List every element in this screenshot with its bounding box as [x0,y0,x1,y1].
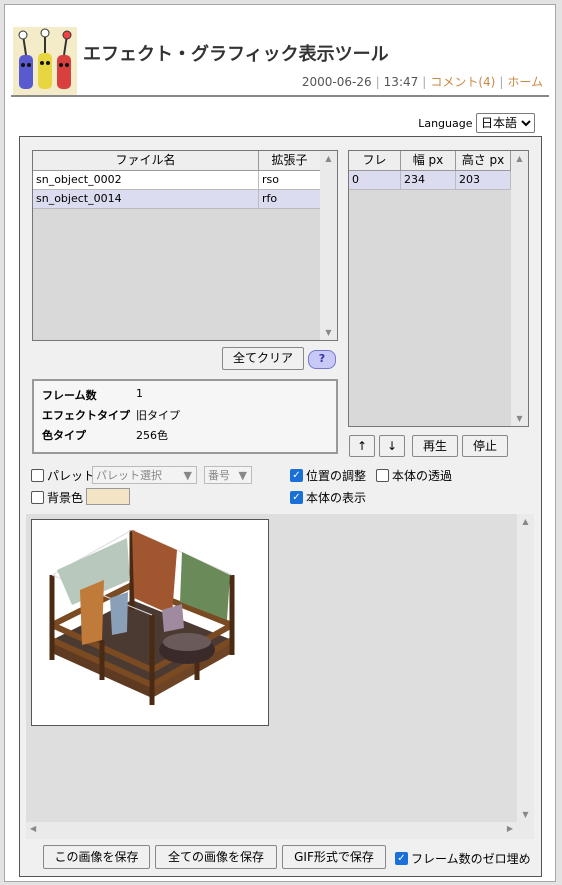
clear-all-button[interactable]: 全てクリア [222,347,304,370]
image-viewer[interactable]: ▲ ▼ ◀ ▶ [26,514,534,839]
file-ext: rfo [259,190,321,209]
preview-canvas [31,519,269,726]
scroll-down-icon[interactable]: ▼ [517,810,534,819]
chevron-down-icon: ▼ [183,469,192,482]
language-select[interactable]: 日本語 [476,113,535,133]
color-type-label: 色タイプ [42,429,86,442]
col-width[interactable]: 幅 px [401,151,456,170]
file-name: sn_object_0014 [33,190,259,209]
col-frame[interactable]: フレ [349,151,401,170]
number-select[interactable]: 番号 ▼ [204,466,252,484]
scroll-up-icon[interactable]: ▲ [517,517,534,526]
col-extension[interactable]: 拡張子 [259,151,321,170]
table-row[interactable]: sn_object_0014 rfo [33,190,321,209]
file-info-box: フレーム数 1 エフェクトタイプ 旧タイプ 色タイプ 256色 [32,379,338,454]
scroll-up-icon[interactable]: ▲ [320,154,337,163]
color-type-value: 256色 [136,429,168,442]
file-list-header: ファイル名 拡張子 [33,151,321,171]
page-title: エフェクト・グラフィック表示ツール [83,44,389,65]
page: エフェクト・グラフィック表示ツール 2000-06-26 | 13:47 | コメント(… [4,4,556,882]
stop-button[interactable]: 停止 [462,435,508,457]
frame-width: 234 [401,171,456,190]
zero-pad-option[interactable]: ✓ フレーム数のゼロ埋め [395,850,531,867]
scroll-up-icon[interactable]: ▲ [511,154,528,163]
palette-select[interactable]: パレット選択 ▼ [92,466,197,484]
move-up-button[interactable]: ↑ [349,435,375,457]
palette-option[interactable]: パレット [31,467,95,484]
scroll-down-icon[interactable]: ▼ [511,414,528,423]
body-display-option[interactable]: ✓ 本体の表示 [290,489,366,506]
body-display-label: 本体の表示 [306,491,367,505]
frame-list[interactable]: フレ 幅 px 高さ px 0 234 203 ▲ ▼ [348,150,529,427]
effect-type-label: エフェクトタイプ [42,409,130,422]
frames-value: 1 [136,387,143,400]
table-row[interactable]: sn_object_0002 rso [33,171,321,190]
position-adjust-option[interactable]: ✓ 位置の調整 [290,467,366,484]
bg-color-checkbox[interactable] [31,491,44,504]
palette-checkbox[interactable] [31,469,44,482]
frame-list-header: フレ 幅 px 高さ px [349,151,511,171]
frames-label: フレーム数 [42,389,97,402]
header-divider [11,95,549,97]
file-list[interactable]: ファイル名 拡張子 sn_object_0002 rso sn_object_0… [32,150,338,341]
palette-label: パレット [47,469,96,483]
file-list-scrollbar[interactable]: ▲ ▼ [320,151,337,340]
language-label: Language [418,117,473,130]
home-link[interactable]: ホーム [507,75,543,89]
frame-index: 0 [349,171,401,190]
move-down-button[interactable]: ↓ [379,435,405,457]
zero-pad-label: フレーム数のゼロ埋め [411,852,531,866]
bg-color-option[interactable]: 背景色 [31,489,83,506]
save-gif-button[interactable]: GIF形式で保存 [282,845,386,869]
post-date: 2000-06-26 [301,75,372,89]
check-icon[interactable]: ✓ [395,852,408,865]
save-image-button[interactable]: この画像を保存 [43,845,150,869]
chevron-down-icon: ▼ [238,469,247,482]
position-adjust-label: 位置の調整 [306,469,367,483]
file-ext: rso [259,171,321,190]
bg-color-swatch[interactable] [86,488,130,505]
language-selector: Language 日本語 [418,113,535,133]
tool-panel: ファイル名 拡張子 sn_object_0002 rso sn_object_0… [19,136,542,877]
frame-list-scrollbar[interactable]: ▲ ▼ [511,151,528,426]
laundry-fence-sprite [49,529,235,705]
save-all-button[interactable]: 全ての画像を保存 [155,845,277,869]
effect-type-value: 旧タイプ [136,409,180,422]
body-transparent-checkbox[interactable] [376,469,389,482]
body-transparent-label: 本体の透過 [392,469,453,483]
body-transparent-option[interactable]: 本体の透過 [376,467,452,484]
site-logo [13,27,77,95]
scroll-right-icon[interactable]: ▶ [507,824,513,833]
post-meta: 2000-06-26 | 13:47 | コメント(4) | ホーム [301,75,543,89]
comment-link[interactable]: コメント(4) [430,75,495,89]
check-icon[interactable]: ✓ [290,491,303,504]
col-filename[interactable]: ファイル名 [33,151,259,170]
table-row[interactable]: 0 234 203 [349,171,511,190]
viewer-hscrollbar[interactable]: ◀ ▶ [26,822,517,839]
bg-color-label: 背景色 [47,491,84,505]
viewer-vscrollbar[interactable]: ▲ ▼ [517,514,534,839]
scroll-down-icon[interactable]: ▼ [320,328,337,337]
check-icon[interactable]: ✓ [290,469,303,482]
file-name: sn_object_0002 [33,171,259,190]
col-height[interactable]: 高さ px [456,151,511,170]
play-button[interactable]: 再生 [412,435,458,457]
post-time: 13:47 [383,75,419,89]
scroll-left-icon[interactable]: ◀ [30,824,36,833]
frame-height: 203 [456,171,511,190]
help-button[interactable]: ? [308,350,336,369]
